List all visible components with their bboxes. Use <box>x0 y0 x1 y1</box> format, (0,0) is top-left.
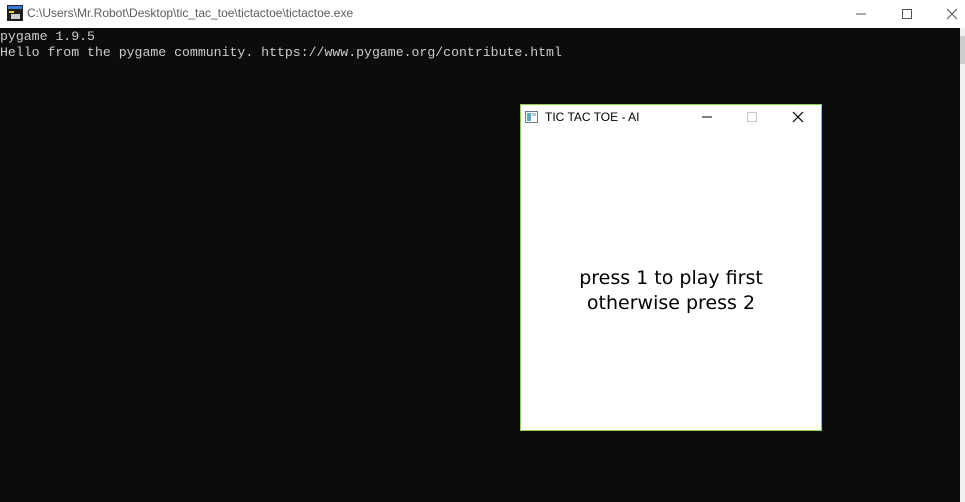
game-titlebar[interactable]: TIC TAC TOE - AI <box>521 105 821 129</box>
console-scrollbar[interactable] <box>960 28 965 502</box>
game-close-button[interactable] <box>775 105 821 129</box>
minimize-icon <box>702 116 712 118</box>
game-maximize-button <box>729 105 775 129</box>
console-scrollbar-thumb[interactable] <box>960 36 965 64</box>
console-app-icon <box>7 5 23 21</box>
game-canvas[interactable]: press 1 to play first otherwise press 2 <box>521 129 821 430</box>
pygame-window-icon <box>525 111 538 123</box>
minimize-icon <box>856 13 866 15</box>
prompt-line-1: press 1 to play first <box>579 267 763 289</box>
console-window-title: C:\Users\Mr.Robot\Desktop\tic_tac_toe\ti… <box>27 6 354 20</box>
console-titlebar[interactable]: C:\Users\Mr.Robot\Desktop\tic_tac_toe\ti… <box>0 0 965 28</box>
console-maximize-button[interactable] <box>884 0 930 28</box>
console-close-button[interactable] <box>929 0 965 28</box>
close-icon <box>792 111 804 123</box>
close-icon <box>946 8 958 20</box>
prompt-line-2: otherwise press 2 <box>586 292 756 314</box>
console-line: Hello from the pygame community. https:/… <box>0 45 562 60</box>
maximize-icon <box>902 9 912 19</box>
game-window[interactable]: TIC TAC TOE - AI press 1 to play first o… <box>520 104 822 431</box>
game-window-title: TIC TAC TOE - AI <box>545 110 640 124</box>
console-line: pygame 1.9.5 <box>0 29 95 44</box>
maximize-icon <box>747 112 757 122</box>
console-minimize-button[interactable] <box>838 0 884 28</box>
game-minimize-button[interactable] <box>684 105 730 129</box>
